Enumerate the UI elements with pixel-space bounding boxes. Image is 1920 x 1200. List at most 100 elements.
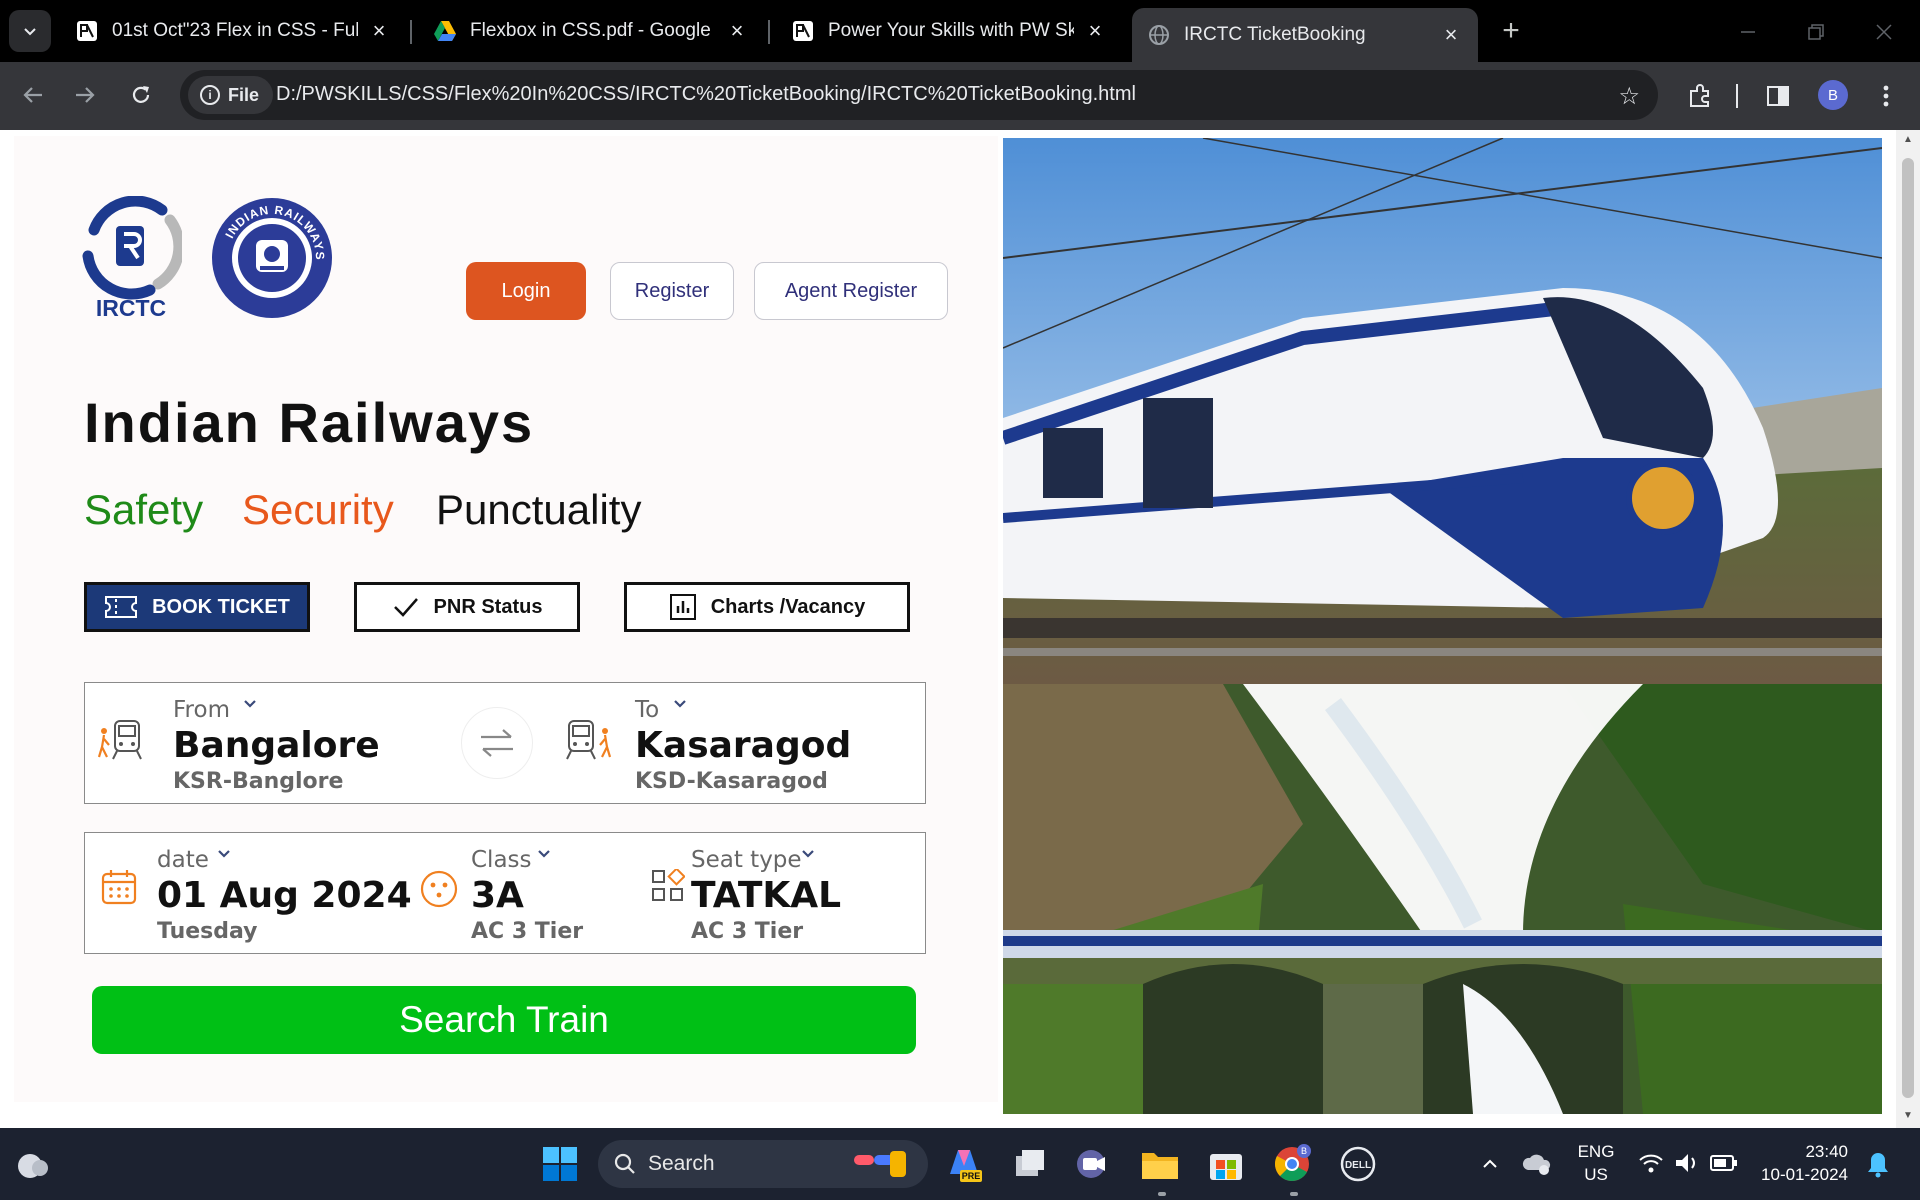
- search-train-button[interactable]: Search Train: [92, 986, 916, 1054]
- from-station-name: Bangalore: [173, 725, 380, 766]
- task-view-icon[interactable]: [1010, 1144, 1050, 1184]
- to-station-field[interactable]: To Kasaragod KSD-Kasaragod: [565, 683, 925, 803]
- copilot-icon[interactable]: PRE: [944, 1144, 984, 1184]
- tab-irctc-active[interactable]: IRCTC TicketBooking ×: [1132, 8, 1478, 62]
- to-station-code: KSD-Kasaragod: [635, 769, 828, 794]
- to-label: To: [635, 697, 660, 723]
- irctc-logo[interactable]: IRCTC: [80, 195, 185, 322]
- tab-flexbox-pdf[interactable]: Flexbox in CSS.pdf - Google Dri ×: [418, 8, 764, 54]
- swap-stations-button[interactable]: [461, 707, 533, 779]
- bookmark-star-icon[interactable]: ☆: [1618, 82, 1640, 111]
- scroll-thumb[interactable]: [1902, 158, 1914, 1098]
- reload-icon: [132, 86, 150, 103]
- page-viewport: IRCTC INDIAN RAILWAYS Login Register Age…: [0, 130, 1920, 1128]
- chevron-down-icon: [218, 850, 230, 858]
- notification-bell-icon[interactable]: [1866, 1150, 1890, 1178]
- minimize-button[interactable]: [1728, 12, 1768, 52]
- windows-start-icon[interactable]: [542, 1146, 578, 1182]
- swap-arrows-icon: [481, 729, 513, 757]
- train-photo-collage: [1003, 138, 1882, 1114]
- chrome-icon[interactable]: B: [1272, 1144, 1312, 1184]
- reload-button[interactable]: [120, 74, 162, 116]
- close-window-button[interactable]: [1864, 12, 1904, 52]
- date-field[interactable]: date 01 Aug 2024 Tuesday: [85, 833, 412, 953]
- profile-avatar[interactable]: B: [1818, 80, 1848, 110]
- close-icon[interactable]: ×: [1082, 18, 1108, 44]
- taskbar-search-box[interactable]: Search: [598, 1140, 928, 1188]
- language-code: ENG: [1577, 1142, 1615, 1161]
- book-ticket-button[interactable]: BOOK TICKET: [84, 582, 310, 632]
- address-bar[interactable]: i File D:/PWSKILLS/CSS/Flex%20In%20CSS/I…: [180, 70, 1658, 120]
- seat-grid-icon: [652, 869, 685, 901]
- volume-icon[interactable]: [1674, 1152, 1700, 1174]
- running-indicator: [1290, 1192, 1298, 1196]
- windows-taskbar: Search PRE B DELL ENG US 23:40 10-01-202…: [0, 1128, 1920, 1200]
- pnr-status-button[interactable]: PNR Status: [354, 582, 580, 632]
- chrome-profile-initial: B: [1301, 1146, 1307, 1156]
- tagline-punctuality: Punctuality: [436, 486, 642, 533]
- class-description: AC 3 Tier: [471, 919, 584, 944]
- station-to-icon: [566, 720, 612, 760]
- more-menu-icon[interactable]: [1868, 78, 1904, 114]
- class-field[interactable]: Class 3A AC 3 Tier: [419, 833, 641, 953]
- vande-bharat-train-image: [1003, 138, 1882, 684]
- indian-railways-emblem[interactable]: INDIAN RAILWAYS: [210, 196, 334, 320]
- forward-button[interactable]: [64, 74, 106, 116]
- date-label: date: [157, 847, 209, 873]
- region-code: US: [1584, 1165, 1608, 1184]
- scroll-down-arrow-icon[interactable]: ▼: [1902, 1110, 1914, 1122]
- close-icon[interactable]: ×: [724, 18, 750, 44]
- site-info-chip[interactable]: i File: [188, 76, 274, 114]
- page-title: Indian Railways: [84, 391, 535, 454]
- tab-title: Flexbox in CSS.pdf - Google Dri: [470, 20, 716, 41]
- search-icon: [614, 1153, 635, 1174]
- arrow-left-icon: [23, 87, 42, 103]
- clock-time: 23:40: [1805, 1142, 1848, 1161]
- tab-pw-skills[interactable]: Power Your Skills with PW Skills ×: [776, 8, 1122, 54]
- seat-type-description: AC 3 Tier: [691, 919, 804, 944]
- register-button[interactable]: Register: [610, 262, 734, 320]
- close-icon: [1876, 24, 1892, 40]
- battery-icon[interactable]: [1710, 1154, 1738, 1172]
- restore-icon: [1808, 24, 1824, 40]
- seat-type-field[interactable]: Seat type TATKAL AC 3 Tier: [651, 833, 923, 953]
- tab-search-button[interactable]: [9, 10, 51, 52]
- dell-icon[interactable]: DELL: [1338, 1144, 1378, 1184]
- file-explorer-icon[interactable]: [1140, 1144, 1180, 1184]
- chevron-up-icon[interactable]: [1480, 1154, 1500, 1174]
- onedrive-cloud-icon[interactable]: [1522, 1150, 1552, 1176]
- waterfall-bridge-image: [1003, 684, 1882, 1114]
- scroll-up-arrow-icon[interactable]: ▲: [1902, 134, 1914, 146]
- tab-flex-in-css[interactable]: 01st Oct"23 Flex in CSS - Full St ×: [60, 8, 406, 54]
- new-tab-button[interactable]: +: [1494, 14, 1528, 48]
- weather-cloud-icon[interactable]: [14, 1146, 50, 1182]
- url-text[interactable]: D:/PWSKILLS/CSS/Flex%20In%20CSS/IRCTC%20…: [276, 83, 1136, 106]
- from-station-field[interactable]: From Bangalore KSR-Banglore: [85, 683, 445, 803]
- restore-button[interactable]: [1796, 12, 1836, 52]
- close-icon[interactable]: ×: [366, 18, 392, 44]
- browser-tab-strip: 01st Oct"23 Flex in CSS - Full St × Flex…: [0, 0, 1920, 62]
- meet-video-icon[interactable]: [1074, 1144, 1114, 1184]
- journey-weekday: Tuesday: [157, 919, 258, 944]
- side-panel-icon[interactable]: [1760, 78, 1796, 114]
- back-button[interactable]: [12, 74, 54, 116]
- google-drive-icon: [432, 18, 458, 44]
- page-scrollbar[interactable]: ▲ ▼: [1896, 130, 1920, 1128]
- language-indicator[interactable]: ENG US: [1570, 1140, 1622, 1186]
- seat-type-label: Seat type: [691, 847, 802, 873]
- extensions-icon[interactable]: [1682, 78, 1718, 114]
- class-icon: [420, 870, 458, 908]
- bar-chart-icon: [669, 594, 696, 620]
- clock[interactable]: 23:40 10-01-2024: [1752, 1140, 1848, 1186]
- wifi-icon[interactable]: [1638, 1152, 1664, 1174]
- microsoft-store-icon[interactable]: [1206, 1144, 1246, 1184]
- journey-date: 01 Aug 2024: [157, 875, 412, 916]
- login-button[interactable]: Login: [466, 262, 586, 320]
- close-icon[interactable]: ×: [1438, 22, 1464, 48]
- agent-register-button[interactable]: Agent Register: [754, 262, 948, 320]
- chevron-down-icon: [244, 700, 256, 708]
- running-indicator: [1158, 1192, 1166, 1196]
- booking-panel: IRCTC INDIAN RAILWAYS Login Register Age…: [14, 136, 998, 1102]
- charts-vacancy-button[interactable]: Charts /Vacancy: [624, 582, 910, 632]
- calendar-icon: [101, 870, 137, 905]
